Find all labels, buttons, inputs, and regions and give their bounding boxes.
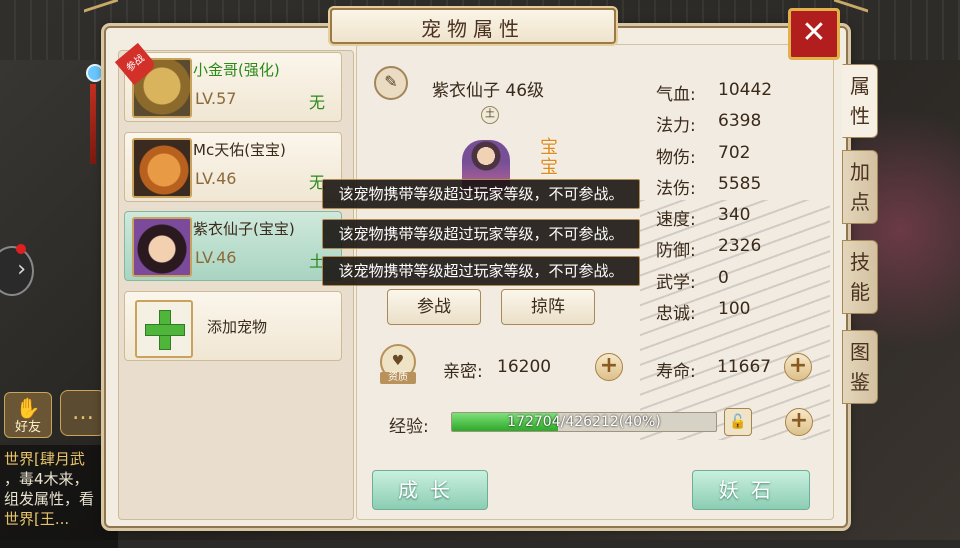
hanging-ornament <box>86 40 104 164</box>
stat-label: 法力: <box>656 116 696 136</box>
stat-value: 100 <box>718 299 751 319</box>
exp-text: 172704/426212(40%) <box>507 414 661 430</box>
add-exp-button[interactable]: + <box>785 408 813 436</box>
stat-label: 防御: <box>656 241 696 261</box>
add-intimacy-button[interactable]: + <box>595 353 623 381</box>
intimacy-value: 16200 <box>497 357 552 377</box>
window-title: 宠物属性 <box>421 17 525 41</box>
chat-line: 组发属性，看 <box>4 490 95 508</box>
stat-value: 5585 <box>718 174 762 194</box>
stat-label: 忠诚: <box>656 304 696 324</box>
stat-label: 气血: <box>656 85 696 105</box>
notification-dot <box>16 244 26 254</box>
tab-label: 技 能 <box>850 250 870 304</box>
stat-label: 法伤: <box>656 179 696 199</box>
pet-name: 小金哥(强化) <box>193 61 280 79</box>
aptitude-label: 资质 <box>380 372 416 384</box>
stat-label: 物伤: <box>656 148 696 168</box>
stat-value: 10442 <box>718 80 773 100</box>
lifespan-label: 寿命: <box>656 362 696 382</box>
lifespan-value: 11667 <box>717 357 772 377</box>
chat-line: 世界[肆月武 <box>4 450 85 468</box>
tab-skills[interactable]: 技 能 <box>842 240 878 314</box>
pet-level: LV.57 <box>195 89 237 108</box>
exp-bar: 172704/426212(40%) <box>451 412 717 432</box>
element-badge: 土 <box>481 106 499 124</box>
tab-points[interactable]: 加 点 <box>842 150 878 224</box>
pet-card[interactable]: Mc天佑(宝宝) LV.46 无 <box>124 132 342 202</box>
pet-level: LV.46 <box>195 169 237 188</box>
world-chat[interactable]: 世界[肆月武 ，毒4木来， 组发属性，看 世界[王... <box>0 445 118 548</box>
stat-value: 702 <box>718 143 751 163</box>
tab-attributes[interactable]: 属 性 <box>842 64 878 138</box>
grow-button[interactable]: 成长 <box>372 470 488 510</box>
exp-label: 经验: <box>389 417 429 437</box>
chat-line: 世界[王... <box>4 510 70 528</box>
pet-name: Mc天佑(宝宝) <box>193 141 286 159</box>
add-pet-label: 添加宠物 <box>207 318 268 336</box>
baby-badge: 宝宝 <box>540 137 558 178</box>
warning-tooltip: 该宠物携带等级超过玩家等级，不可参战。 <box>322 219 640 249</box>
tab-codex[interactable]: 图 鉴 <box>842 330 878 404</box>
stat-value: 0 <box>718 268 729 288</box>
stat-value: 340 <box>718 205 751 225</box>
intimacy-label: 亲密: <box>443 362 483 382</box>
friends-button[interactable]: ✋ 好友 <box>4 392 52 438</box>
chat-line: ，毒4木来， <box>4 470 89 488</box>
warning-tooltip: 该宠物携带等级超过玩家等级，不可参战。 <box>322 179 640 209</box>
tab-label: 属 性 <box>850 74 870 128</box>
chat-bubble-icon[interactable]: … <box>60 390 106 436</box>
add-lifespan-button[interactable]: + <box>784 353 812 381</box>
add-pet-card[interactable]: 添加宠物 <box>124 291 342 361</box>
friends-label: 好友 <box>14 420 41 435</box>
pet-card[interactable]: 参战 小金哥(强化) LV.57 无 <box>114 42 342 122</box>
demon-stone-button[interactable]: 妖石 <box>692 470 810 510</box>
pet-name-level: 紫衣仙子 46级 <box>432 81 545 101</box>
pet-name: 紫衣仙子(宝宝) <box>193 220 295 238</box>
add-plus-icon <box>135 300 193 358</box>
stat-label: 速度: <box>656 210 696 230</box>
pet-level: LV.46 <box>195 248 237 267</box>
close-button[interactable]: ✕ <box>788 8 840 60</box>
lock-icon[interactable]: 🔓 <box>724 408 752 436</box>
pen-icon[interactable]: ✎ <box>374 66 408 100</box>
pet-card-selected[interactable]: 紫衣仙子(宝宝) LV.46 土 <box>124 211 342 281</box>
warning-tooltip: 该宠物携带等级超过玩家等级，不可参战。 <box>322 256 640 286</box>
stat-label: 武学: <box>656 273 696 293</box>
aptitude-icon[interactable]: ♥ 资质 <box>380 344 416 384</box>
tab-label: 加 点 <box>850 160 870 214</box>
pet-avatar <box>132 138 192 198</box>
pet-element: 无 <box>308 93 325 112</box>
fight-button[interactable]: 参战 <box>387 289 481 325</box>
pet-avatar <box>132 217 192 277</box>
release-button[interactable]: 掠阵 <box>501 289 595 325</box>
stat-value: 2326 <box>718 236 762 256</box>
title-bar: 宠物属性 <box>330 8 616 44</box>
tab-label: 图 鉴 <box>850 340 870 394</box>
stat-value: 6398 <box>718 111 762 131</box>
